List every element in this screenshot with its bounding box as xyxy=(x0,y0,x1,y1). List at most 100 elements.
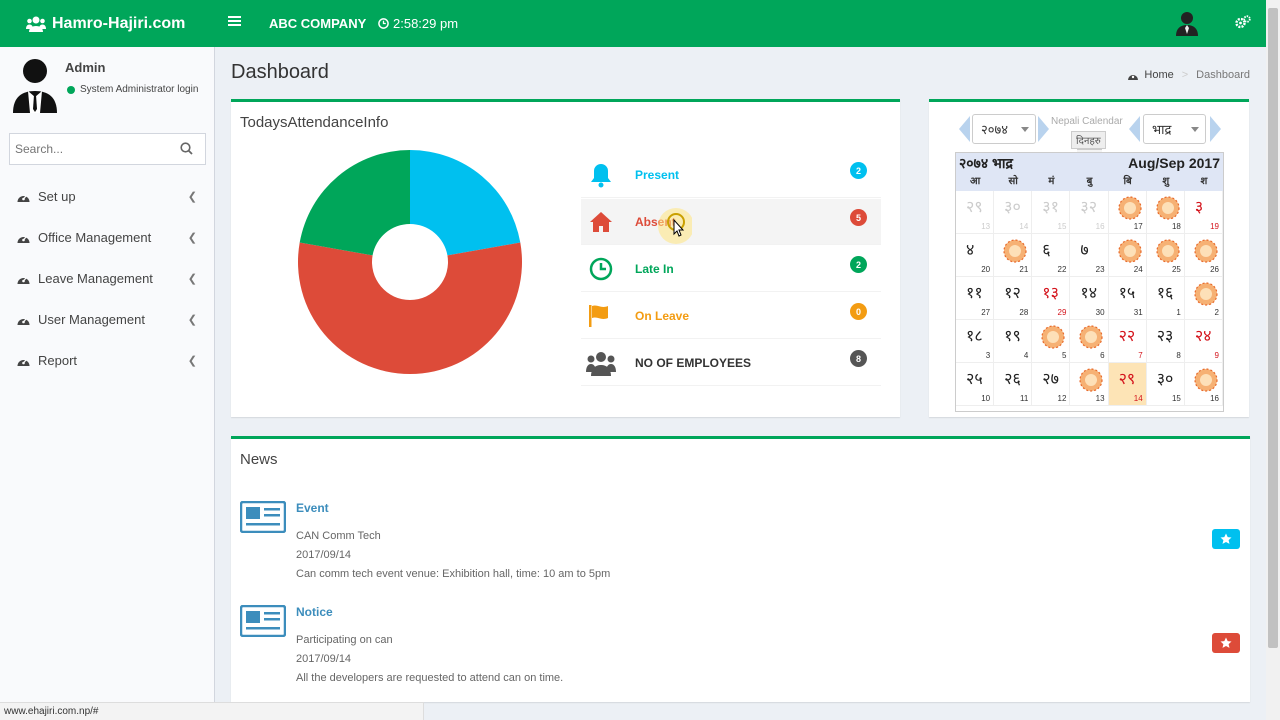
prev-month-arrow-icon[interactable] xyxy=(1129,116,1140,142)
star-icon xyxy=(1220,637,1232,648)
dashboard-icon xyxy=(17,232,30,244)
attendance-label: On Leave xyxy=(635,308,690,323)
calendar-day[interactable]: १०26 xyxy=(1184,234,1223,277)
attendance-row-present[interactable]: Present 2 xyxy=(581,152,881,198)
calendar-week-row: २५ 10 २६ 11 २७ 12२८13 २९ 14 ३० 15३१16 xyxy=(956,363,1223,406)
dashboard-icon xyxy=(17,355,30,367)
calendar-day[interactable]: १३ 29 xyxy=(1032,277,1071,320)
search-icon[interactable] xyxy=(180,142,193,160)
sidebar-item-report[interactable]: Report ❮ xyxy=(0,340,215,381)
prev-year-arrow-icon[interactable] xyxy=(959,116,970,142)
calendar-day[interactable]: १७2 xyxy=(1184,277,1223,320)
attendance-row-on-leave[interactable]: On Leave 0 xyxy=(581,293,881,339)
nepali-date: ३१ xyxy=(1042,199,1059,216)
calendar-day[interactable]: २१6 xyxy=(1070,320,1109,363)
calendar-day[interactable]: ३१ 15 xyxy=(1032,191,1071,234)
calendar-day[interactable]: १५ 31 xyxy=(1108,277,1147,320)
calendar-day[interactable]: २८13 xyxy=(1070,363,1109,406)
sidebar-item-user-management[interactable]: User Management ❮ xyxy=(0,299,215,340)
calendar-day[interactable]: ९25 xyxy=(1146,234,1185,277)
calendar-day[interactable]: ३२ 16 xyxy=(1070,191,1109,234)
english-date: 13 xyxy=(981,222,991,231)
calendar-day[interactable]: १17 xyxy=(1108,191,1147,234)
users-icon xyxy=(581,350,621,376)
attendance-row-absent[interactable]: Absent 5 xyxy=(581,199,881,245)
calendar-day[interactable]: ११ 27 xyxy=(956,277,995,320)
sidebar-item-label: Leave Management xyxy=(38,271,153,286)
calendar-day[interactable]: २९ 13 xyxy=(956,191,995,234)
weekday-header: आ सो मं बु बि शु श xyxy=(956,173,1223,191)
calendar-day[interactable]: १६ 1 xyxy=(1146,277,1185,320)
news-organizer: Participating on can xyxy=(296,634,393,646)
english-date: 31 xyxy=(1133,308,1143,317)
calendar-day[interactable]: ४ 20 xyxy=(956,234,995,277)
calendar-day[interactable]: ५21 xyxy=(994,234,1033,277)
sidebar-item-label: User Management xyxy=(38,312,145,327)
year-select[interactable]: २०७४ xyxy=(972,114,1036,144)
english-date: 4 xyxy=(1023,351,1029,360)
calendar-day[interactable]: ८24 xyxy=(1108,234,1147,277)
calendar-day[interactable]: १४ 30 xyxy=(1070,277,1109,320)
calendar-day[interactable]: १९ 4 xyxy=(994,320,1033,363)
nepali-date: २९ xyxy=(966,199,983,216)
calendar-day[interactable]: १२ 28 xyxy=(994,277,1033,320)
sidebar-item-set-up[interactable]: Set up ❮ xyxy=(0,176,215,217)
nepali-date: २७ xyxy=(1042,371,1059,388)
calendar-day[interactable]: २५ 10 xyxy=(956,363,995,406)
user-menu-avatar-icon[interactable] xyxy=(1175,10,1199,41)
english-date: 21 xyxy=(1019,265,1029,274)
calendar-day[interactable]: ३ 19 xyxy=(1184,191,1223,234)
calendar-day[interactable]: २४ 9 xyxy=(1184,320,1223,363)
sidebar-item-leave-management[interactable]: Leave Management ❮ xyxy=(0,258,215,299)
chevron-left-icon: ❮ xyxy=(187,191,197,203)
year-select-value: २०७४ xyxy=(981,122,1009,137)
calendar-day[interactable]: ७ 23 xyxy=(1070,234,1109,277)
count-badge: 8 xyxy=(850,350,867,367)
calendar-day[interactable]: २18 xyxy=(1146,191,1185,234)
nepali-date: ६ xyxy=(1042,242,1051,259)
calendar-day[interactable]: १८ 3 xyxy=(956,320,995,363)
weekday-label: मं xyxy=(1048,176,1055,187)
star-button[interactable] xyxy=(1212,633,1240,653)
chevron-left-icon: ❮ xyxy=(187,273,197,285)
weekday-label: शु xyxy=(1162,176,1170,187)
english-date: 5 xyxy=(1061,351,1067,360)
attendance-row-late-in[interactable]: Late In 2 xyxy=(581,246,881,292)
calendar-week-row: ११27१२28१३29१४30१५31१६1१७2 xyxy=(956,277,1223,320)
search-input[interactable] xyxy=(10,134,170,164)
calendar-day[interactable]: ६ 22 xyxy=(1032,234,1071,277)
breadcrumb-home[interactable]: Home xyxy=(1144,69,1173,81)
calendar-day-today[interactable]: २९ 14 xyxy=(1108,363,1147,406)
sidebar-item-office-management[interactable]: Office Management ❮ xyxy=(0,217,215,258)
sidebar-toggle-icon[interactable] xyxy=(228,14,241,32)
star-button[interactable] xyxy=(1212,529,1240,549)
calendar-day[interactable]: ३० 14 xyxy=(994,191,1033,234)
company-name: ABC COMPANY xyxy=(269,16,367,31)
scrollbar-thumb[interactable] xyxy=(1268,8,1278,648)
attendance-row-no-of-employees[interactable]: NO OF EMPLOYEES 8 xyxy=(581,340,881,386)
english-date: 6 xyxy=(1100,351,1105,360)
nepali-date: १३ xyxy=(1042,285,1059,302)
news-title-link[interactable]: Notice xyxy=(296,605,333,619)
nepali-date: २६ xyxy=(1004,371,1021,388)
brand-logo[interactable]: Hamro-Hajiri.com xyxy=(0,0,215,47)
next-month-arrow-icon[interactable] xyxy=(1210,116,1221,142)
calendar-day[interactable]: ३१16 xyxy=(1184,363,1223,406)
calendar-day[interactable]: २०5 xyxy=(1032,320,1071,363)
month-select[interactable]: भाद्र xyxy=(1143,114,1206,144)
nepali-date: १८ xyxy=(966,328,983,345)
top-navbar: Hamro-Hajiri.com ABC COMPANY 2:58:29 pm xyxy=(0,0,1266,47)
attendance-label: Late In xyxy=(635,261,674,276)
calendar-day[interactable]: २३ 8 xyxy=(1146,320,1185,363)
calendar-day[interactable]: २६ 11 xyxy=(994,363,1033,406)
flag-icon xyxy=(581,304,621,328)
calendar-day[interactable]: २२ 7 xyxy=(1108,320,1147,363)
nepali-month-year: २०७४ भाद्र xyxy=(959,154,1013,171)
next-year-arrow-icon[interactable] xyxy=(1038,116,1049,142)
news-title-link[interactable]: Event xyxy=(296,501,329,515)
calendar-day[interactable]: ३० 15 xyxy=(1146,363,1185,406)
calendar-day[interactable]: २७ 12 xyxy=(1032,363,1071,406)
today-button[interactable]: दिनहरु xyxy=(1071,131,1106,149)
settings-gears-icon[interactable] xyxy=(1235,15,1251,34)
english-month-year: Aug/Sep 2017 xyxy=(1128,155,1220,171)
